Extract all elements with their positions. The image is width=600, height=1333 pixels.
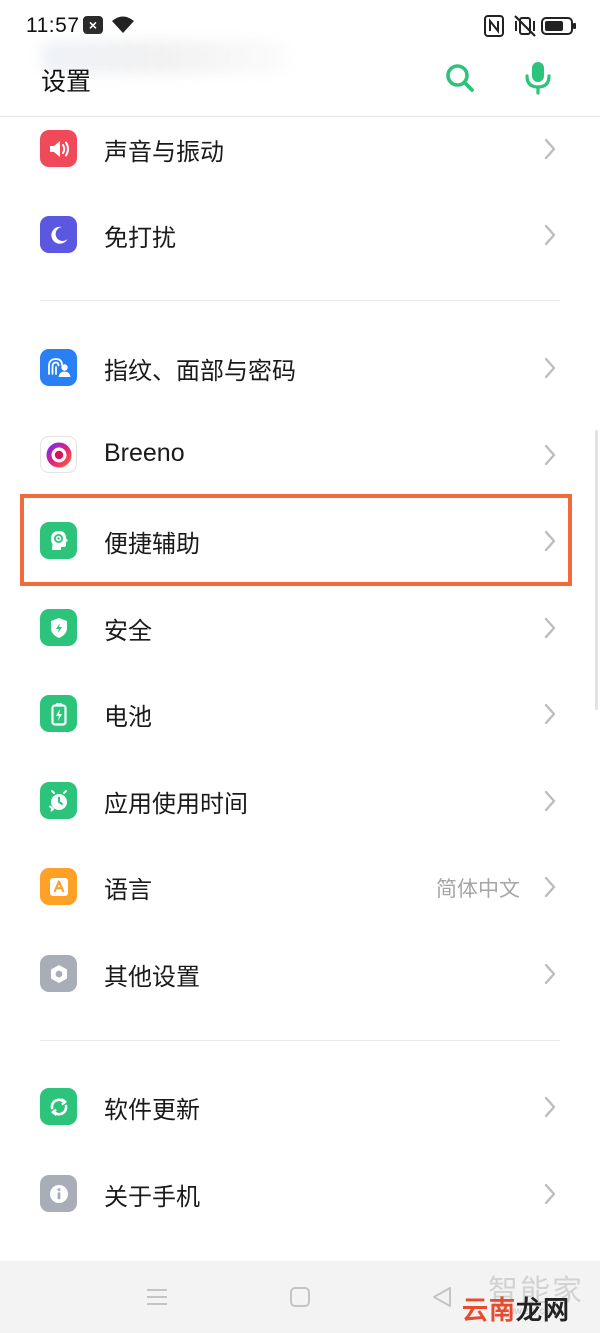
settings-item-other-settings[interactable]: 其他设置 bbox=[0, 931, 600, 1017]
settings-item-security[interactable]: 安全 bbox=[0, 585, 600, 671]
moon-icon bbox=[40, 216, 77, 253]
info-icon bbox=[40, 1175, 77, 1212]
home-icon[interactable] bbox=[289, 1286, 311, 1312]
settings-item-label: 其他设置 bbox=[104, 963, 200, 991]
settings-item-label: Breeno bbox=[104, 439, 185, 467]
settings-item-sound-vibration[interactable]: 声音与振动 bbox=[0, 106, 600, 192]
settings-item-about-phone[interactable]: 关于手机 bbox=[0, 1151, 600, 1237]
scrollbar-thumb[interactable] bbox=[595, 430, 598, 710]
chevron-right-icon bbox=[543, 616, 557, 644]
settings-item-language[interactable]: 语言 简体中文 bbox=[0, 844, 600, 930]
microphone-icon[interactable] bbox=[524, 60, 552, 100]
app-timer-icon bbox=[40, 782, 77, 819]
settings-item-convenience-assist[interactable]: 便捷辅助 bbox=[0, 498, 600, 584]
settings-item-app-usage-time[interactable]: 应用使用时间 bbox=[0, 758, 600, 844]
settings-item-fingerprint-face-password[interactable]: 指纹、面部与密码 bbox=[0, 325, 600, 411]
settings-item-label: 语言 bbox=[104, 876, 152, 904]
chevron-right-icon bbox=[543, 1095, 557, 1123]
status-time: 11:57 bbox=[26, 14, 80, 37]
chevron-right-icon bbox=[543, 875, 557, 903]
section-divider bbox=[40, 300, 560, 301]
settings-item-label: 电池 bbox=[104, 703, 152, 731]
chevron-right-icon bbox=[543, 529, 557, 557]
chevron-right-icon bbox=[543, 789, 557, 817]
assist-head-icon bbox=[40, 522, 77, 559]
back-icon[interactable] bbox=[431, 1285, 453, 1313]
language-current-value: 简体中文 bbox=[436, 877, 520, 901]
settings-item-breeno[interactable]: Breeno bbox=[0, 412, 600, 498]
search-icon[interactable] bbox=[444, 62, 476, 98]
chevron-right-icon bbox=[543, 702, 557, 730]
watermark-red-text: 云南 bbox=[462, 1296, 517, 1326]
settings-item-label: 软件更新 bbox=[104, 1096, 200, 1124]
speaker-icon bbox=[40, 130, 77, 167]
hexagon-gear-icon bbox=[40, 955, 77, 992]
battery-icon bbox=[40, 695, 77, 732]
chevron-right-icon bbox=[543, 137, 557, 165]
vibrate-off-icon bbox=[512, 13, 538, 43]
chevron-right-icon bbox=[543, 356, 557, 384]
settings-item-label: 声音与振动 bbox=[104, 138, 224, 166]
fingerprint-face-icon bbox=[40, 349, 77, 386]
settings-item-label: 免打扰 bbox=[104, 224, 176, 252]
chevron-right-icon bbox=[543, 443, 557, 471]
settings-item-label: 关于手机 bbox=[104, 1183, 200, 1211]
chevron-right-icon bbox=[543, 1182, 557, 1210]
settings-item-label: 安全 bbox=[104, 617, 152, 645]
nfc-icon bbox=[483, 14, 505, 42]
settings-item-label: 应用使用时间 bbox=[104, 790, 248, 818]
page-title: 设置 bbox=[41, 67, 92, 96]
watermark-logo: 云南龙网 bbox=[462, 1290, 570, 1327]
settings-item-do-not-disturb[interactable]: 免打扰 bbox=[0, 192, 600, 278]
breeno-icon bbox=[40, 436, 77, 473]
settings-item-battery[interactable]: 电池 bbox=[0, 671, 600, 757]
language-a-icon bbox=[40, 868, 77, 905]
chevron-right-icon bbox=[543, 962, 557, 990]
watermark-dark-text: 龙网 bbox=[516, 1296, 571, 1326]
x-notification-icon: × bbox=[83, 16, 103, 34]
settings-item-label: 便捷辅助 bbox=[104, 530, 200, 558]
update-arrows-icon bbox=[40, 1088, 77, 1125]
chevron-right-icon bbox=[543, 223, 557, 251]
settings-item-software-update[interactable]: 软件更新 bbox=[0, 1064, 600, 1150]
wifi-icon bbox=[110, 14, 136, 40]
settings-item-label: 指纹、面部与密码 bbox=[104, 357, 296, 385]
battery-icon bbox=[541, 16, 577, 40]
shield-icon bbox=[40, 609, 77, 646]
menu-icon[interactable] bbox=[145, 1286, 169, 1312]
section-divider bbox=[40, 1040, 560, 1041]
